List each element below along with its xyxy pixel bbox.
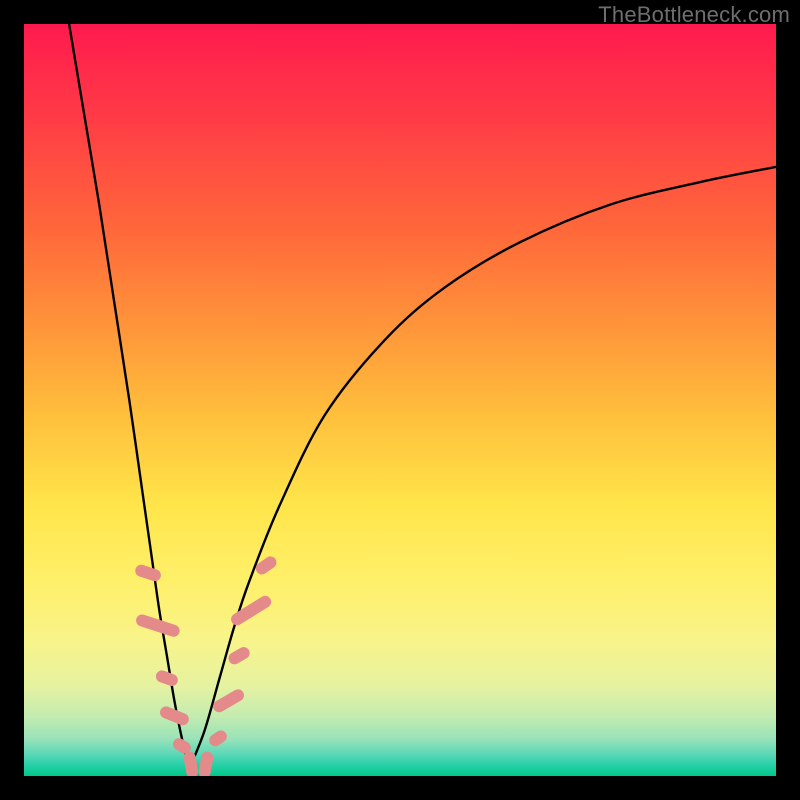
highlight-bead xyxy=(226,645,252,667)
curve-layer xyxy=(24,24,776,776)
highlight-bead xyxy=(207,728,229,749)
plot-area xyxy=(24,24,776,776)
highlight-bead xyxy=(158,705,190,727)
highlight-bead xyxy=(183,751,199,776)
watermark-text: TheBottleneck.com xyxy=(598,2,790,28)
highlight-bead xyxy=(134,563,163,583)
highlight-bead xyxy=(198,751,214,776)
highlight-bead xyxy=(229,594,274,628)
bottleneck-curve-right-branch xyxy=(189,167,776,769)
bottleneck-curve-left-branch xyxy=(69,24,189,768)
highlight-bead xyxy=(154,669,179,688)
outer-frame: TheBottleneck.com xyxy=(0,0,800,800)
highlight-bead xyxy=(135,613,182,638)
